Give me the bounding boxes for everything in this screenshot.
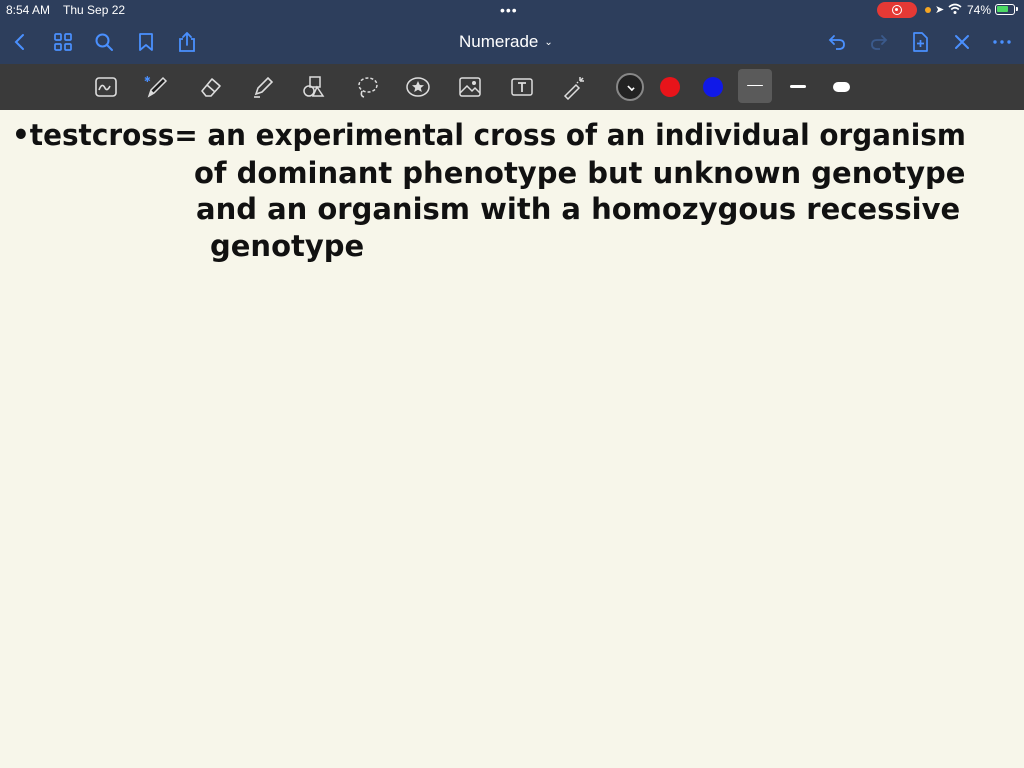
screen-recording-indicator-icon[interactable] — [877, 2, 917, 18]
share-icon[interactable] — [175, 30, 199, 54]
location-icon: ➤ — [935, 4, 945, 16]
svg-text:✱: ✱ — [144, 75, 151, 84]
grid-icon[interactable] — [51, 30, 75, 54]
nav-bar: Numerade ⌄ — [0, 22, 1024, 62]
note-line-4: genotype — [210, 229, 365, 263]
more-icon[interactable] — [990, 30, 1014, 54]
drawing-toolbar: ✱ — [0, 64, 1024, 110]
highlighter-icon[interactable] — [249, 73, 277, 101]
back-chevron-icon[interactable] — [8, 30, 32, 54]
text-icon[interactable] — [508, 73, 536, 101]
pen-icon[interactable]: ✱ — [143, 73, 171, 101]
redo-icon[interactable] — [867, 30, 891, 54]
battery-icon — [995, 4, 1018, 15]
status-time: 8:54 AM — [6, 3, 51, 17]
lasso-icon[interactable] — [353, 73, 381, 101]
note-line-2: of dominant phenotype but unknown genoty… — [194, 156, 966, 190]
note-line-1: •testcross= an experimental cross of an … — [12, 118, 966, 152]
color-blue-swatch[interactable] — [703, 77, 723, 97]
top-bar: 8:54 AM Thu Sep 22 ••• ➤ 74% Numerade ⌄ — [0, 0, 1024, 64]
handwritten-note: •testcross= an experimental cross of an … — [12, 118, 1002, 278]
status-date: Thu Sep 22 — [63, 3, 126, 17]
sticker-icon[interactable] — [404, 73, 432, 101]
document-title[interactable]: Numerade ⌄ — [459, 32, 553, 52]
shapes-icon[interactable] — [300, 73, 328, 101]
color-red-swatch[interactable] — [660, 77, 680, 97]
chevron-down-icon: ⌄ — [544, 37, 553, 49]
search-icon[interactable] — [92, 30, 116, 54]
status-bar: 8:54 AM Thu Sep 22 ••• ➤ 74% — [0, 0, 1024, 20]
stroke-thin-button[interactable] — [738, 69, 772, 103]
stroke-thin-icon — [747, 85, 763, 86]
image-icon[interactable] — [456, 73, 484, 101]
stroke-thick-button[interactable] — [833, 82, 850, 92]
color-black-swatch[interactable] — [616, 73, 644, 101]
mic-indicator-icon — [925, 7, 931, 13]
battery-percent: 74% — [967, 3, 992, 17]
add-page-icon[interactable] — [908, 30, 932, 54]
note-line-3: and an organism with a homozygous recess… — [196, 192, 961, 226]
scan-icon[interactable] — [92, 73, 120, 101]
undo-icon[interactable] — [825, 30, 849, 54]
document-title-label: Numerade — [459, 32, 539, 51]
wifi-icon — [948, 3, 962, 18]
bookmark-icon[interactable] — [134, 30, 158, 54]
multitasking-dots-icon[interactable]: ••• — [500, 2, 518, 18]
close-icon[interactable] — [950, 30, 974, 54]
eraser-icon[interactable] — [197, 73, 225, 101]
laser-pointer-icon[interactable] — [560, 73, 588, 101]
stroke-medium-button[interactable] — [790, 85, 806, 88]
